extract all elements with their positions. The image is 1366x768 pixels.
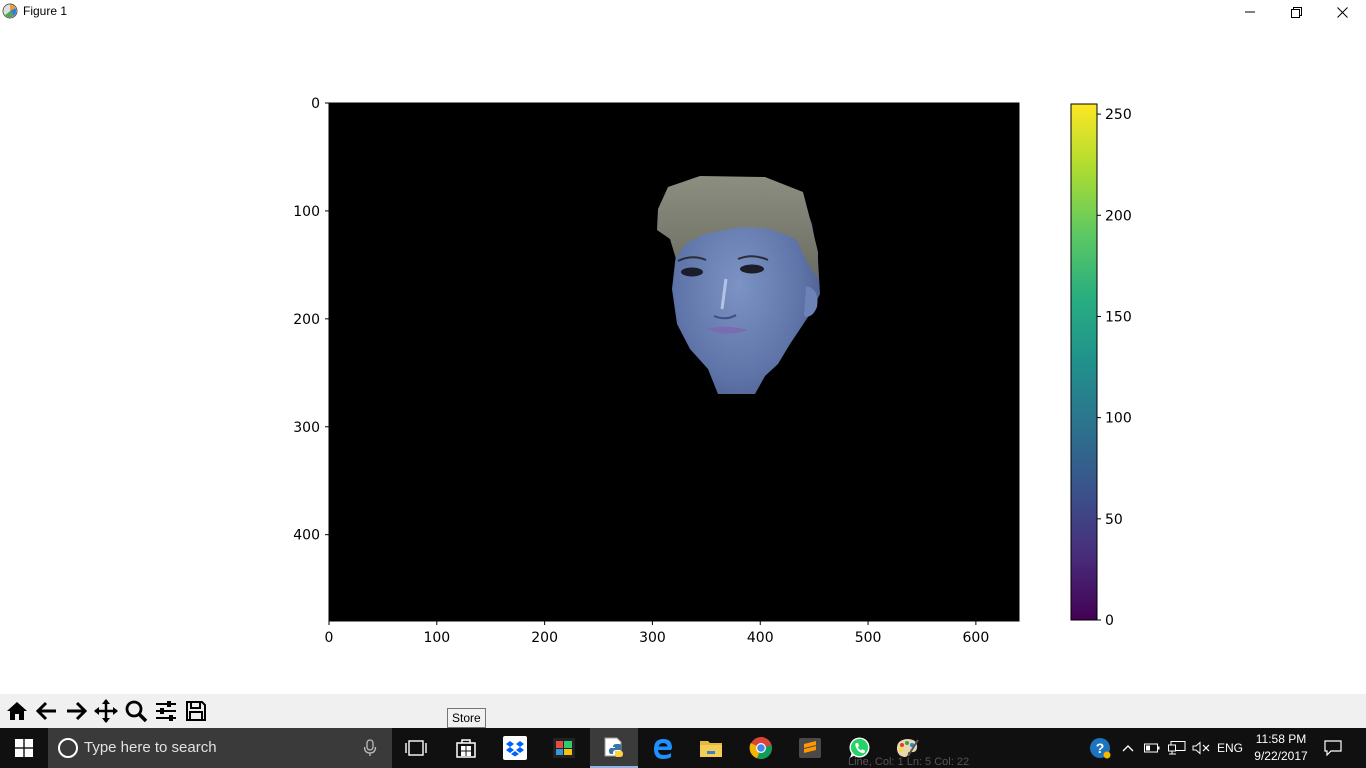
navigation-toolbar: [0, 694, 1366, 728]
colorbar: [1070, 103, 1098, 621]
close-button[interactable]: [1319, 0, 1365, 24]
clock-date: 9/22/2017: [1254, 749, 1308, 763]
dropbox-taskbar-button[interactable]: [491, 728, 539, 768]
image-area: [329, 103, 1019, 621]
dropbox-icon: [503, 736, 527, 760]
colorbar-tick-label: 150: [1105, 309, 1132, 325]
y-axis: 0 100 200 300 400: [293, 96, 329, 544]
help-tray-button[interactable]: ?: [1087, 728, 1113, 768]
colorbar-axis: 0 50 100 150 200 250: [1097, 107, 1132, 629]
search-box[interactable]: Type here to search: [48, 728, 392, 768]
clock[interactable]: 11:58 PM 9/22/2017: [1248, 731, 1314, 765]
back-button[interactable]: [33, 696, 61, 725]
photos-taskbar-button[interactable]: [540, 728, 588, 768]
task-view-button[interactable]: [392, 728, 440, 768]
home-button[interactable]: [3, 696, 31, 725]
y-tick-label: 100: [293, 204, 320, 220]
home-icon: [7, 701, 27, 720]
help-icon: ?: [1090, 738, 1111, 759]
file-explorer-icon: [700, 741, 722, 757]
zoom-button[interactable]: [122, 696, 150, 725]
cortana-icon: [58, 738, 78, 758]
photos-icon: [553, 738, 575, 758]
store-icon: [456, 739, 476, 758]
notifications-icon: [1324, 740, 1342, 756]
taskbar: Type here to search ? ENG 11:58 PM 9/22/…: [0, 728, 1366, 768]
x-tick-label: 200: [531, 630, 558, 646]
colorbar-tick-label: 50: [1105, 512, 1123, 528]
x-tick-label: 400: [747, 630, 774, 646]
y-tick-label: 0: [311, 96, 320, 112]
edge-icon: [654, 739, 672, 759]
chrome-icon: [749, 737, 772, 760]
store-taskbar-button[interactable]: [442, 728, 490, 768]
title-bar: Figure 1: [0, 0, 1366, 24]
chrome-taskbar-button[interactable]: [737, 728, 785, 768]
minimize-icon: [1245, 11, 1255, 13]
python-icon: [604, 737, 623, 757]
search-placeholder: Type here to search: [84, 739, 217, 756]
edge-taskbar-button[interactable]: [639, 728, 687, 768]
colorbar-tick-label: 0: [1105, 613, 1114, 629]
ghost-status-text: Line, Col: 1 Ln: 5 Col: 22: [848, 756, 970, 768]
restore-button[interactable]: [1273, 0, 1319, 24]
minimize-button[interactable]: [1227, 0, 1273, 24]
show-hidden-icons-button[interactable]: [1118, 728, 1138, 768]
x-tick-label: 600: [963, 630, 990, 646]
window-title: Figure 1: [23, 4, 68, 18]
clock-time: 11:58 PM: [1255, 732, 1307, 746]
colorbar-tick-label: 100: [1105, 411, 1132, 427]
pan-button[interactable]: [92, 696, 120, 725]
configure-subplots-icon: [156, 700, 176, 721]
windows-logo-icon: [15, 739, 33, 757]
x-tick-label: 300: [639, 630, 666, 646]
x-tick-label: 100: [423, 630, 450, 646]
language-indicator: ENG: [1216, 741, 1243, 755]
python-taskbar-button[interactable]: [590, 728, 638, 768]
save-icon: [186, 700, 206, 721]
forward-button[interactable]: [62, 696, 90, 725]
network-icon: [1168, 741, 1186, 755]
zoom-icon: [125, 700, 148, 722]
x-tick-label: 0: [325, 630, 334, 646]
file-explorer-taskbar-button[interactable]: [687, 728, 735, 768]
restore-icon: [1290, 6, 1302, 18]
y-tick-label: 400: [293, 528, 320, 544]
svg-text:?: ?: [1096, 740, 1105, 756]
colorbar-tick-label: 250: [1105, 107, 1132, 123]
sublime-text-taskbar-button[interactable]: [786, 728, 834, 768]
start-button[interactable]: [0, 728, 48, 768]
back-icon: [35, 701, 56, 720]
action-center-button[interactable]: [1320, 728, 1346, 768]
battery-icon: [1144, 743, 1160, 753]
task-view-icon: [405, 740, 427, 756]
figure-canvas[interactable]: 0 100 200 300 400 500 600 0 100 200 300 400 0 50 100…: [0, 24, 1366, 694]
battery-tray-button[interactable]: [1142, 728, 1162, 768]
pan-icon: [94, 698, 118, 723]
close-icon: [1336, 6, 1348, 18]
language-tray-button[interactable]: ENG: [1214, 728, 1246, 768]
y-tick-label: 300: [293, 420, 320, 436]
network-tray-button[interactable]: [1166, 728, 1188, 768]
volume-muted-icon: [1192, 741, 1210, 755]
y-tick-label: 200: [293, 312, 320, 328]
x-tick-label: 500: [855, 630, 882, 646]
store-tooltip: Store: [447, 708, 486, 728]
chevron-up-icon: [1122, 745, 1134, 752]
save-button[interactable]: [182, 696, 210, 725]
matplotlib-app-icon: [2, 3, 18, 19]
x-axis: 0 100 200 300 400 500 600: [325, 621, 990, 646]
configure-subplots-button[interactable]: [152, 696, 180, 725]
microphone-icon[interactable]: [363, 739, 377, 757]
sublime-text-icon: [799, 738, 821, 758]
colorbar-tick-label: 200: [1105, 208, 1132, 224]
forward-icon: [67, 701, 88, 720]
volume-tray-button[interactable]: [1190, 728, 1212, 768]
